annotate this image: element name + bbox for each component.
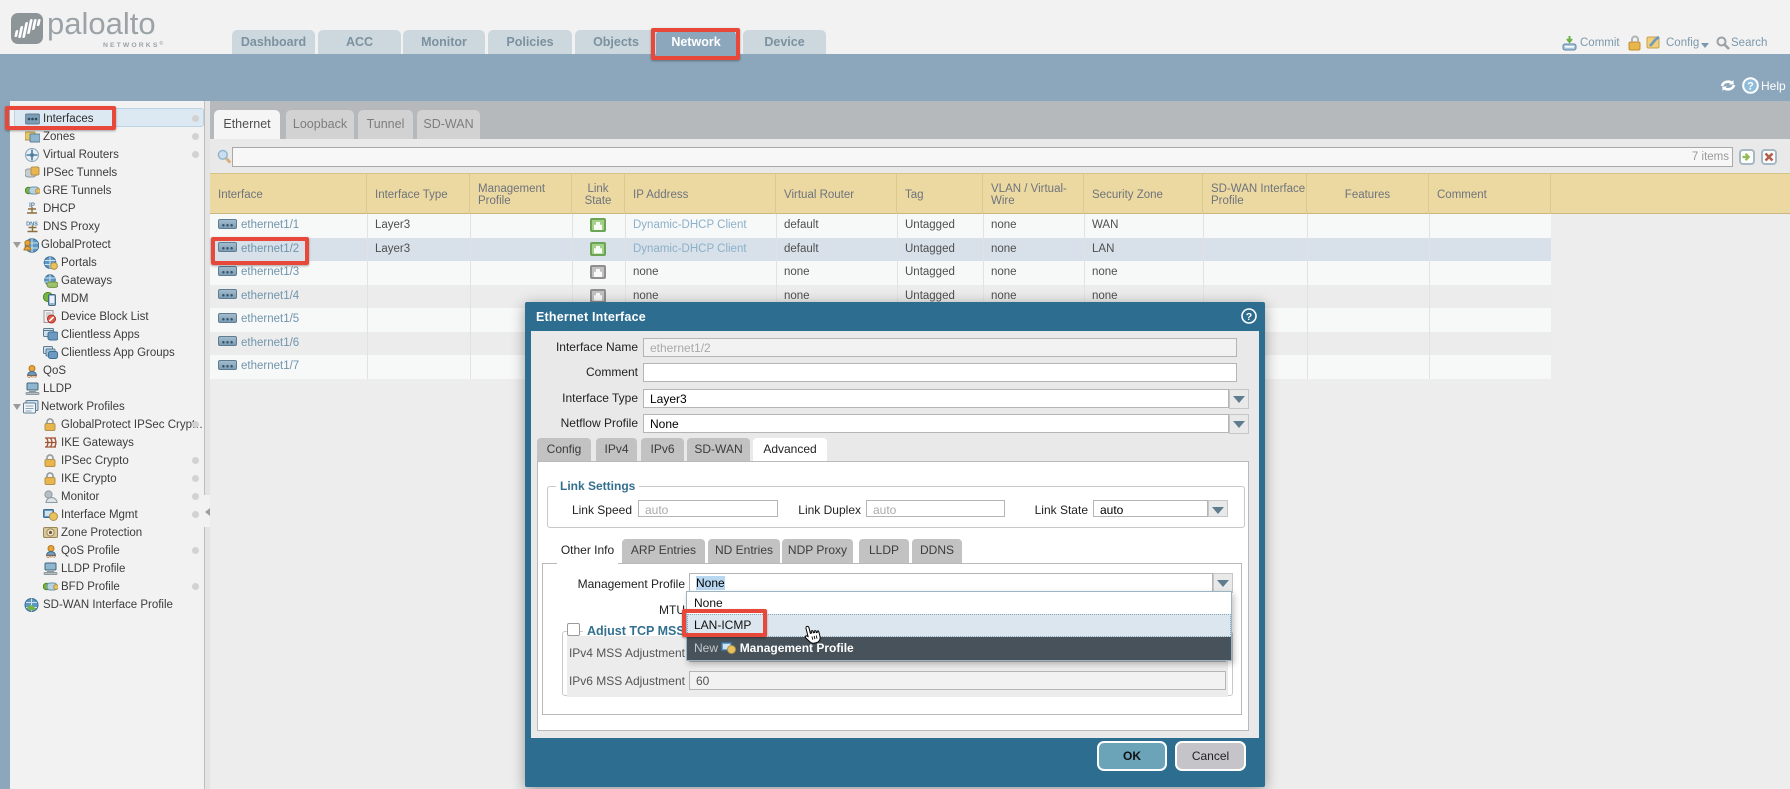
svg-text:QoS: QoS <box>46 553 55 558</box>
svg-text:?: ? <box>1747 81 1754 93</box>
svg-text:?: ? <box>1246 311 1252 323</box>
svg-text:QoS: QoS <box>27 373 36 378</box>
